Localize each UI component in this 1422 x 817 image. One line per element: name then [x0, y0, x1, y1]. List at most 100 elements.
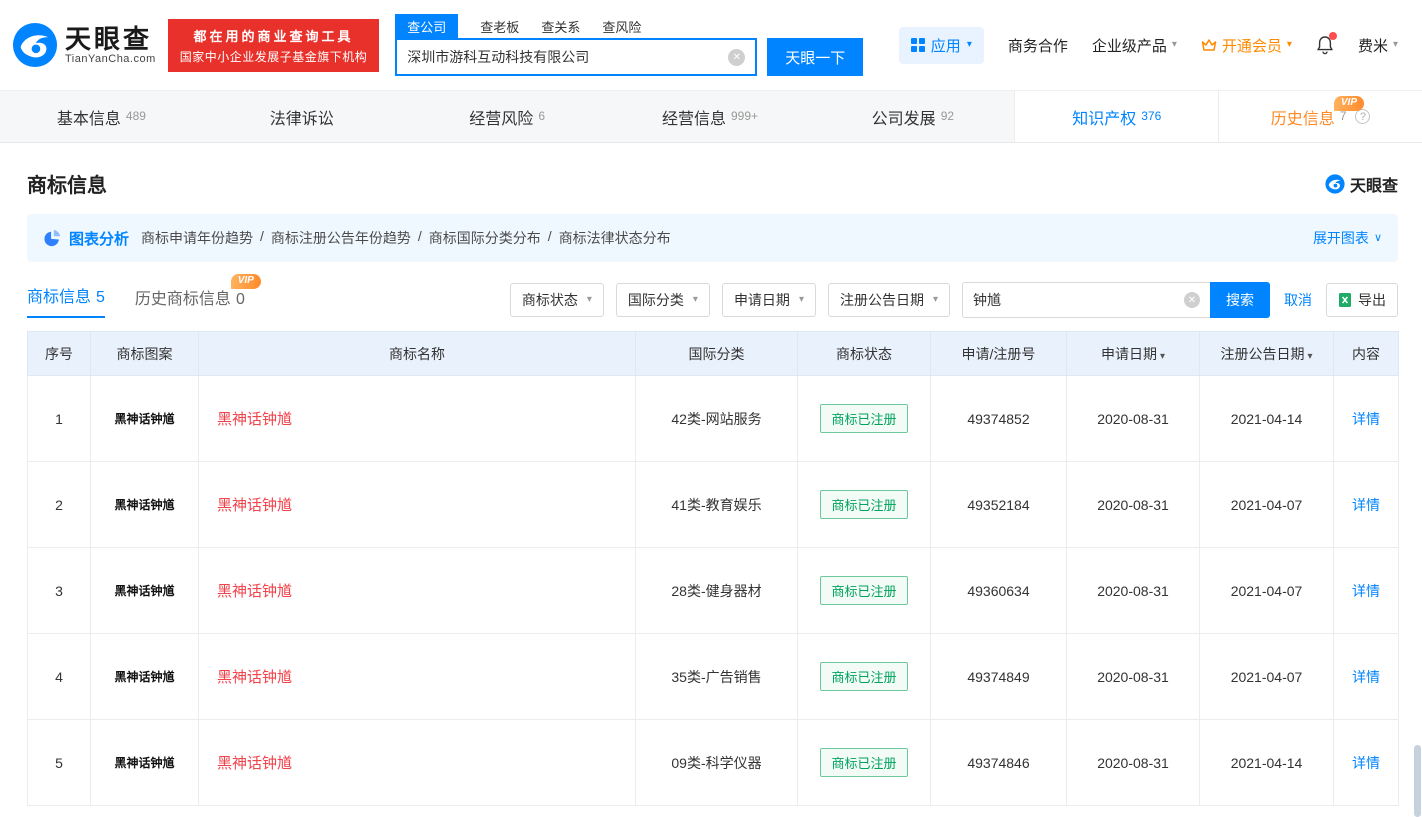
col-trademark-image: 商标图案 [90, 331, 199, 376]
trademark-name-link[interactable]: 黑神话钟馗 [217, 669, 292, 686]
trademark-image[interactable]: 黑神话钟馗 [91, 668, 198, 685]
logo-text: 天眼查 TianYanCha.com [65, 25, 156, 66]
detail-link[interactable]: 详情 [1352, 755, 1380, 771]
nav-user[interactable]: 费米 ▾ [1358, 35, 1398, 56]
chevron-down-icon: ▾ [932, 294, 938, 305]
nav-vip-label: 开通会员 [1221, 37, 1282, 55]
link-legal-status-distribution[interactable]: 商标法律状态分布 [559, 228, 671, 248]
chart-analysis-icon [44, 229, 61, 247]
search-tab-relation[interactable]: 查关系 [541, 17, 580, 36]
status-badge: 商标已注册 [820, 748, 908, 777]
search-tab-boss[interactable]: 查老板 [480, 17, 519, 36]
pub-date-value: 2021-04-07 [1230, 496, 1303, 513]
trademark-image[interactable]: 黑神话钟馗 [91, 410, 198, 427]
company-search-input[interactable]: 深圳市游科互动科技有限公司 ✕ [395, 38, 758, 76]
trademark-search-button[interactable]: 搜索 [1210, 282, 1270, 318]
link-apply-year-trend[interactable]: 商标申请年份趋势 [141, 228, 253, 248]
chart-analysis-label[interactable]: 图表分析 [69, 228, 129, 249]
tab-legal-litigation[interactable]: 法律诉讼 [203, 91, 406, 142]
tab-intellectual-property[interactable]: 知识产权 376 [1014, 91, 1219, 142]
trademark-name-link[interactable]: 黑神话钟馗 [217, 583, 292, 600]
section-head: 商标信息 天眼查 [27, 169, 1398, 198]
detail-link[interactable]: 详情 [1352, 497, 1380, 513]
apply-date-value: 2020-08-31 [1097, 754, 1169, 771]
section-title: 商标信息 [27, 175, 107, 197]
apply-date-value: 2020-08-31 [1097, 668, 1169, 685]
filter-trademark-status[interactable]: 商标状态 ▾ [509, 283, 604, 317]
search-submit-button[interactable]: 天眼一下 [767, 38, 864, 76]
row-number: 3 [55, 582, 63, 599]
tianyancha-page: 天眼查 TianYanCha.com 都在用的商业查询工具 国家中小企业发展子基… [0, 0, 1422, 817]
pub-date-value: 2021-04-07 [1230, 668, 1303, 685]
status-badge: 商标已注册 [820, 404, 908, 433]
col-status: 商标状态 [797, 331, 931, 376]
tianyancha-logo[interactable]: 天眼查 TianYanCha.com [12, 22, 156, 68]
col-action: 内容 [1333, 331, 1399, 376]
watermark-text: 天眼查 [1349, 177, 1398, 195]
separator: / [260, 228, 264, 244]
export-button[interactable]: 导出 [1326, 283, 1398, 317]
col-apply-date-sort[interactable]: 申请日期 ▾ [1066, 331, 1200, 376]
filter-intl-class[interactable]: 国际分类 ▾ [615, 283, 710, 317]
tianyancha-watermark: 天眼查 [1325, 172, 1398, 196]
filter-apply-date[interactable]: 申请日期 ▾ [721, 283, 816, 317]
trademark-name-link[interactable]: 黑神话钟馗 [217, 411, 292, 428]
intl-class-value: 41类-教育娱乐 [671, 496, 762, 513]
nav-business-cooperation[interactable]: 商务合作 [1008, 35, 1068, 56]
filter-pub-date[interactable]: 注册公告日期 ▾ [827, 283, 950, 317]
detail-link[interactable]: 详情 [1352, 411, 1380, 427]
trademark-image[interactable]: 黑神话钟馗 [91, 496, 198, 513]
clear-icon[interactable]: ✕ [728, 48, 746, 66]
link-pub-year-trend[interactable]: 商标注册公告年份趋势 [271, 228, 411, 248]
filter-toolbar: 商标状态 ▾ 国际分类 ▾ 申请日期 ▾ 注册公告日期 ▾ 钟馗 ✕ 搜索 取消… [509, 282, 1398, 318]
trademark-image[interactable]: 黑神话钟馗 [91, 582, 198, 599]
reg-number-value: 49374846 [967, 754, 1030, 771]
detail-link[interactable]: 详情 [1352, 583, 1380, 599]
row-number: 5 [55, 754, 63, 771]
col-pub-date-sort[interactable]: 注册公告日期 ▾ [1199, 331, 1334, 376]
search-type-tabs: 查公司 查老板 查关系 查风险 [395, 13, 863, 39]
nav-apps-label: 应用 [930, 37, 961, 55]
chevron-down-icon: ▾ [586, 294, 592, 305]
subtab-history-trademark-info[interactable]: 历史商标信息 0 VIP [135, 273, 261, 318]
trademark-image[interactable]: 黑神话钟馗 [91, 754, 198, 771]
trademark-search-input[interactable]: 钟馗 ✕ [962, 282, 1210, 318]
col-intl-class: 国际分类 [635, 331, 798, 376]
cancel-link[interactable]: 取消 [1284, 290, 1312, 310]
notification-bell[interactable] [1316, 32, 1337, 55]
nav-open-vip[interactable]: 开通会员 ▾ [1201, 35, 1292, 56]
excel-icon [1339, 293, 1351, 307]
scrollbar-thumb[interactable] [1414, 745, 1421, 817]
clear-icon[interactable]: ✕ [1184, 292, 1200, 308]
chevron-down-icon: ▾ [966, 39, 972, 50]
status-badge: 商标已注册 [820, 490, 908, 519]
tab-operation-info[interactable]: 经营信息 999+ [609, 91, 812, 142]
search-tab-company[interactable]: 查公司 [395, 13, 459, 39]
tab-company-development[interactable]: 公司发展 92 [811, 91, 1014, 142]
separator: / [417, 228, 422, 244]
expand-charts-button[interactable]: 展开图表 ∨ [1313, 228, 1382, 248]
vip-badge: VIP [1333, 96, 1365, 111]
help-icon[interactable]: ? [1355, 109, 1371, 124]
search-tab-risk[interactable]: 查风险 [602, 17, 641, 36]
subtab-trademark-info[interactable]: 商标信息 5 [27, 283, 105, 318]
tab-history-info[interactable]: VIP 历史信息 7 ? [1218, 91, 1422, 142]
tab-operation-risk[interactable]: 经营风险 6 [406, 91, 609, 142]
vip-badge: VIP [230, 273, 261, 289]
trademark-name-link[interactable]: 黑神话钟馗 [217, 497, 292, 514]
table-row: 2 黑神话钟馗 黑神话钟馗 41类-教育娱乐 商标已注册 49352184 20… [27, 461, 1399, 548]
detail-link[interactable]: 详情 [1352, 669, 1380, 685]
row-number: 1 [55, 410, 63, 427]
nav-enterprise-products[interactable]: 企业级产品 ▾ [1092, 35, 1177, 56]
nav-apps[interactable]: 应用 ▾ [898, 26, 984, 64]
intl-class-value: 28类-健身器材 [671, 582, 762, 599]
company-tabbar: 基本信息 489 法律诉讼 经营风险 6 经营信息 999+ 公司发展 92 知… [0, 90, 1422, 143]
col-reg-number: 申请/注册号 [930, 331, 1067, 376]
brand-name: 天眼查 [65, 23, 153, 54]
link-intl-class-distribution[interactable]: 商标国际分类分布 [429, 228, 541, 248]
trademark-name-link[interactable]: 黑神话钟馗 [217, 755, 292, 772]
intl-class-value: 42类-网站服务 [671, 410, 762, 427]
chart-analysis-banner: 图表分析 商标申请年份趋势 / 商标注册公告年份趋势 / 商标国际分类分布 / … [27, 214, 1398, 262]
brand-domain: TianYanCha.com [65, 53, 156, 66]
tab-basic-info[interactable]: 基本信息 489 [0, 91, 203, 142]
